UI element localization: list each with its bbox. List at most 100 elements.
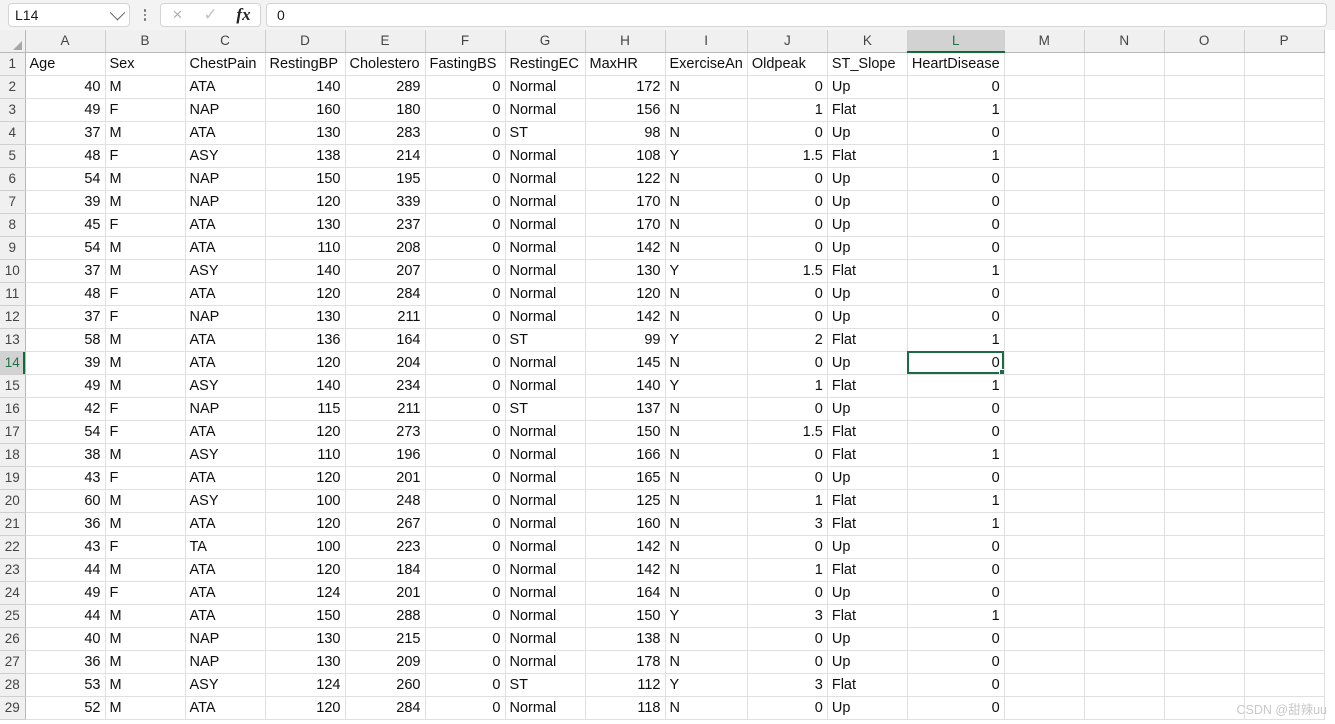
cell-G6[interactable]: Normal: [505, 167, 586, 191]
cell-G21[interactable]: Normal: [505, 512, 586, 536]
row-header-6[interactable]: 6: [0, 167, 26, 191]
cell-K26[interactable]: Up: [827, 627, 908, 651]
cell-G11[interactable]: Normal: [505, 282, 586, 306]
cell-D27[interactable]: 130: [265, 650, 346, 674]
cell-O8[interactable]: [1164, 213, 1245, 237]
row-header-8[interactable]: 8: [0, 213, 26, 237]
cell-L14[interactable]: 0: [907, 351, 1005, 375]
cell-I20[interactable]: N: [665, 489, 748, 513]
cell-E14[interactable]: 204: [345, 351, 426, 375]
cell-O26[interactable]: [1164, 627, 1245, 651]
cell-D21[interactable]: 120: [265, 512, 346, 536]
cell-E17[interactable]: 273: [345, 420, 426, 444]
cell-C2[interactable]: ATA: [185, 75, 266, 99]
cell-I13[interactable]: Y: [665, 328, 748, 352]
cell-N26[interactable]: [1084, 627, 1165, 651]
cell-M21[interactable]: [1004, 512, 1085, 536]
cell-L4[interactable]: 0: [907, 121, 1005, 145]
row-header-24[interactable]: 24: [0, 581, 26, 605]
cell-I24[interactable]: N: [665, 581, 748, 605]
cell-C19[interactable]: ATA: [185, 466, 266, 490]
cell-J7[interactable]: 0: [747, 190, 828, 214]
row-header-15[interactable]: 15: [0, 374, 26, 398]
cell-A27[interactable]: 36: [25, 650, 106, 674]
cell-O14[interactable]: [1164, 351, 1245, 375]
cell-H18[interactable]: 166: [585, 443, 666, 467]
cell-M14[interactable]: [1004, 351, 1085, 375]
cell-F20[interactable]: 0: [425, 489, 506, 513]
cell-J25[interactable]: 3: [747, 604, 828, 628]
cell-O1[interactable]: [1164, 52, 1245, 76]
cell-F14[interactable]: 0: [425, 351, 506, 375]
cell-O12[interactable]: [1164, 305, 1245, 329]
column-header-b[interactable]: B: [105, 30, 186, 53]
cell-M2[interactable]: [1004, 75, 1085, 99]
cell-K8[interactable]: Up: [827, 213, 908, 237]
column-header-l[interactable]: L: [907, 30, 1005, 53]
cell-J19[interactable]: 0: [747, 466, 828, 490]
cell-H22[interactable]: 142: [585, 535, 666, 559]
cell-P8[interactable]: [1244, 213, 1325, 237]
cell-F2[interactable]: 0: [425, 75, 506, 99]
cell-L16[interactable]: 0: [907, 397, 1005, 421]
cell-G3[interactable]: Normal: [505, 98, 586, 122]
cell-F18[interactable]: 0: [425, 443, 506, 467]
cell-J3[interactable]: 1: [747, 98, 828, 122]
cell-K27[interactable]: Up: [827, 650, 908, 674]
cell-K1[interactable]: ST_Slope: [827, 52, 908, 76]
cell-I8[interactable]: N: [665, 213, 748, 237]
select-all-corner[interactable]: [0, 30, 26, 53]
cell-L19[interactable]: 0: [907, 466, 1005, 490]
cell-E9[interactable]: 208: [345, 236, 426, 260]
cell-J11[interactable]: 0: [747, 282, 828, 306]
cell-L5[interactable]: 1: [907, 144, 1005, 168]
cell-N13[interactable]: [1084, 328, 1165, 352]
cell-D18[interactable]: 110: [265, 443, 346, 467]
cell-F13[interactable]: 0: [425, 328, 506, 352]
row-header-3[interactable]: 3: [0, 98, 26, 122]
cell-M12[interactable]: [1004, 305, 1085, 329]
cell-F11[interactable]: 0: [425, 282, 506, 306]
cell-P26[interactable]: [1244, 627, 1325, 651]
cell-C15[interactable]: ASY: [185, 374, 266, 398]
row-header-27[interactable]: 27: [0, 650, 26, 674]
cell-B21[interactable]: M: [105, 512, 186, 536]
cell-F7[interactable]: 0: [425, 190, 506, 214]
cell-B29[interactable]: M: [105, 696, 186, 720]
cell-I22[interactable]: N: [665, 535, 748, 559]
cell-D24[interactable]: 124: [265, 581, 346, 605]
cell-D8[interactable]: 130: [265, 213, 346, 237]
cell-I9[interactable]: N: [665, 236, 748, 260]
cell-N7[interactable]: [1084, 190, 1165, 214]
cell-L13[interactable]: 1: [907, 328, 1005, 352]
column-header-p[interactable]: P: [1244, 30, 1325, 53]
cell-G17[interactable]: Normal: [505, 420, 586, 444]
cell-O27[interactable]: [1164, 650, 1245, 674]
cell-G10[interactable]: Normal: [505, 259, 586, 283]
cell-A1[interactable]: Age: [25, 52, 106, 76]
cell-P6[interactable]: [1244, 167, 1325, 191]
cell-K25[interactable]: Flat: [827, 604, 908, 628]
cell-O19[interactable]: [1164, 466, 1245, 490]
cell-N25[interactable]: [1084, 604, 1165, 628]
cell-H19[interactable]: 165: [585, 466, 666, 490]
cell-K21[interactable]: Flat: [827, 512, 908, 536]
cell-B17[interactable]: F: [105, 420, 186, 444]
cell-L17[interactable]: 0: [907, 420, 1005, 444]
cell-I26[interactable]: N: [665, 627, 748, 651]
spreadsheet-grid[interactable]: ABCDEFGHIJKLMNOP 1 Age Sex ChestPain Resting…: [0, 30, 1335, 724]
cell-E26[interactable]: 215: [345, 627, 426, 651]
cell-J15[interactable]: 1: [747, 374, 828, 398]
cell-H23[interactable]: 142: [585, 558, 666, 582]
cell-E2[interactable]: 289: [345, 75, 426, 99]
cancel-icon[interactable]: ×: [161, 4, 194, 26]
cell-F21[interactable]: 0: [425, 512, 506, 536]
cell-A26[interactable]: 40: [25, 627, 106, 651]
cell-O4[interactable]: [1164, 121, 1245, 145]
cell-L20[interactable]: 1: [907, 489, 1005, 513]
cell-J1[interactable]: Oldpeak: [747, 52, 828, 76]
cell-M6[interactable]: [1004, 167, 1085, 191]
cell-L27[interactable]: 0: [907, 650, 1005, 674]
cell-N4[interactable]: [1084, 121, 1165, 145]
cell-A6[interactable]: 54: [25, 167, 106, 191]
